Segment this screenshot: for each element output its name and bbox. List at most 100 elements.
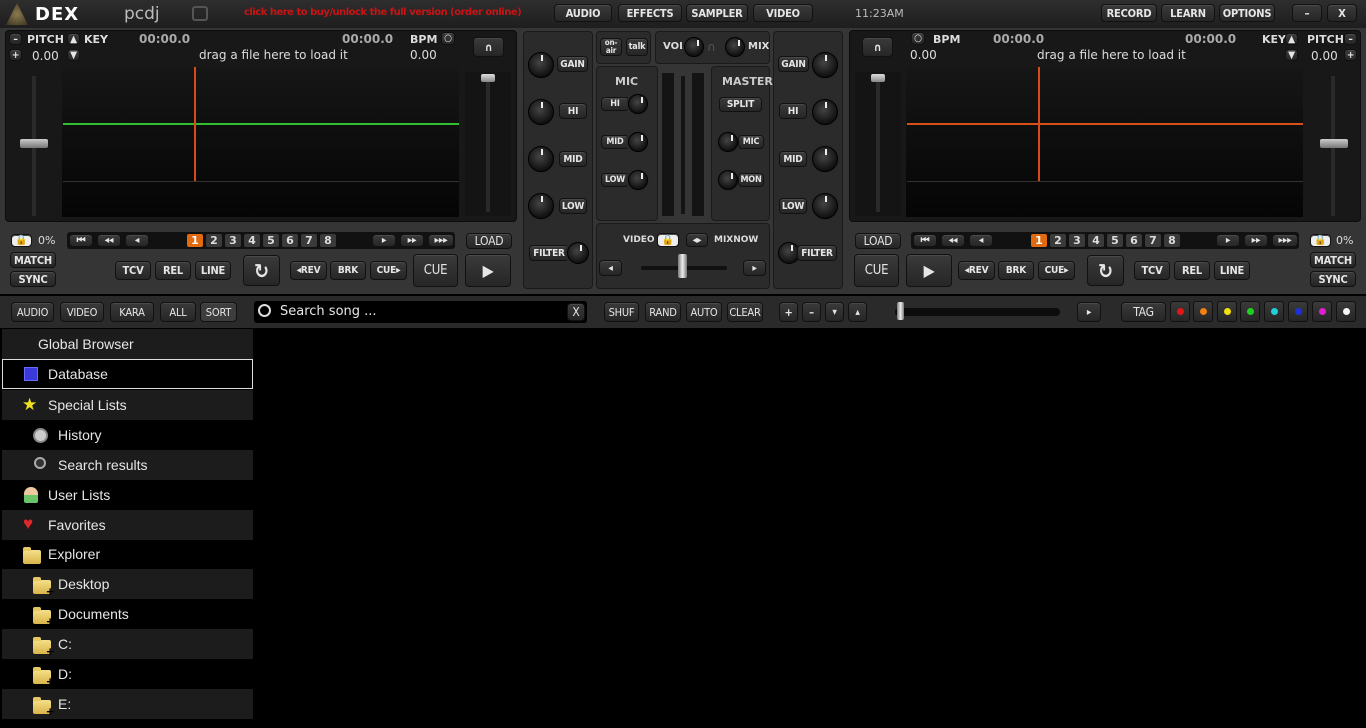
- filter-video-button[interactable]: VIDEO: [60, 302, 104, 322]
- sidebar-item-drive-d[interactable]: D:: [2, 659, 253, 689]
- brake-button-right[interactable]: BRK: [998, 261, 1034, 280]
- headphone-vol-knob[interactable]: [684, 37, 704, 57]
- sidebar-item-global-browser[interactable]: Global Browser: [2, 329, 253, 359]
- volume-fader-handle[interactable]: [481, 74, 495, 82]
- rel-button-right[interactable]: REL: [1174, 261, 1210, 280]
- hotcue-4[interactable]: 4: [244, 234, 260, 247]
- tag-cyan-button[interactable]: [1264, 301, 1284, 322]
- brake-button[interactable]: BRK: [330, 261, 366, 280]
- shuffle-button[interactable]: SHUF: [604, 302, 639, 322]
- remove-button[interactable]: –: [802, 302, 821, 322]
- hotcue-3[interactable]: 3: [225, 234, 241, 247]
- sidebar-item-documents[interactable]: Documents: [2, 599, 253, 629]
- fast-rewind-button-right[interactable]: ◂◂: [941, 234, 965, 247]
- waveform-left[interactable]: [62, 67, 459, 217]
- low-knob-right[interactable]: [812, 193, 838, 219]
- low-button-right[interactable]: LOW: [779, 198, 807, 214]
- loop-button[interactable]: ↻: [243, 255, 280, 286]
- sidebar-item-desktop[interactable]: Desktop: [2, 569, 253, 599]
- headphone-cue-button[interactable]: ∩: [473, 37, 504, 57]
- learn-button[interactable]: LEARN: [1161, 4, 1215, 22]
- hotcue-2[interactable]: 2: [206, 234, 222, 247]
- pitch-plus-button-right[interactable]: +: [1344, 49, 1357, 61]
- pitch-minus-button[interactable]: –: [9, 33, 22, 45]
- mid-button-left[interactable]: MID: [559, 151, 587, 167]
- play-button-right[interactable]: ▶: [906, 254, 952, 287]
- sync-button-right[interactable]: SYNC: [1310, 271, 1356, 287]
- tag-green-button[interactable]: [1240, 301, 1260, 322]
- options-button[interactable]: OPTIONS: [1219, 4, 1275, 22]
- lock-button[interactable]: 🔒: [11, 234, 32, 247]
- pitch-slider-handle[interactable]: [20, 139, 48, 148]
- mic-hi-knob[interactable]: [628, 94, 648, 114]
- step-back-button-right[interactable]: ◂: [969, 234, 993, 247]
- move-down-button[interactable]: ▾: [825, 302, 844, 322]
- hotcue-3-right[interactable]: 3: [1069, 234, 1085, 247]
- hotcue-1[interactable]: 1: [187, 234, 203, 247]
- play-button[interactable]: ▶: [465, 254, 511, 287]
- file-list[interactable]: [254, 329, 1366, 728]
- waveform-right[interactable]: [906, 67, 1303, 217]
- fast-forward-button[interactable]: ▸▸: [400, 234, 424, 247]
- clear-button[interactable]: CLEAR: [727, 302, 763, 322]
- mic-mid-knob[interactable]: [628, 132, 648, 152]
- low-button-left[interactable]: LOW: [559, 198, 587, 214]
- record-button[interactable]: RECORD: [1101, 4, 1157, 22]
- cue-forward-button-right[interactable]: CUE▸: [1038, 261, 1075, 280]
- mixnow-direction-button[interactable]: ◂▸: [686, 233, 708, 247]
- key-up-button[interactable]: ▲: [67, 33, 80, 45]
- master-mon-knob[interactable]: [718, 170, 738, 190]
- hotcue-8[interactable]: 8: [320, 234, 336, 247]
- loop-button-right[interactable]: ↻: [1087, 255, 1124, 286]
- tag-magenta-button[interactable]: [1312, 301, 1332, 322]
- step-forward-button[interactable]: ▸: [372, 234, 396, 247]
- sidebar-item-special-lists[interactable]: ★ Special Lists: [2, 390, 253, 420]
- sync-button[interactable]: SYNC: [10, 271, 56, 287]
- pitch-slider-handle-right[interactable]: [1320, 139, 1348, 148]
- volume-fader-handle-right[interactable]: [871, 74, 885, 82]
- key-down-button-right[interactable]: ▼: [1285, 49, 1298, 61]
- hotcue-4-right[interactable]: 4: [1088, 234, 1104, 247]
- hi-knob-left[interactable]: [528, 99, 554, 125]
- cue-button-right[interactable]: CUE: [854, 254, 899, 287]
- hotcue-7-right[interactable]: 7: [1145, 234, 1161, 247]
- bpm-tap-button[interactable]: ○: [441, 32, 455, 45]
- line-button-right[interactable]: LINE: [1214, 261, 1250, 280]
- search-clear-button[interactable]: X: [567, 303, 585, 321]
- video-lock-button[interactable]: 🔒: [657, 233, 679, 247]
- on-air-button[interactable]: on-air: [600, 38, 622, 56]
- menu-video-button[interactable]: VIDEO: [753, 4, 813, 22]
- tag-yellow-button[interactable]: [1217, 301, 1237, 322]
- tcv-button[interactable]: TCV: [115, 261, 151, 280]
- close-button[interactable]: X: [1327, 4, 1357, 22]
- auto-button[interactable]: AUTO: [686, 302, 722, 322]
- load-button-right[interactable]: LOAD: [855, 233, 901, 249]
- tag-button[interactable]: TAG: [1121, 302, 1166, 322]
- pitch-minus-button-right[interactable]: –: [1344, 33, 1357, 45]
- mid-button-right[interactable]: MID: [779, 151, 807, 167]
- filter-audio-button[interactable]: AUDIO: [11, 302, 54, 322]
- pitch-plus-button[interactable]: +: [9, 49, 22, 61]
- sidebar-item-search-results[interactable]: Search results: [2, 450, 253, 480]
- headphone-mix-knob[interactable]: [725, 37, 745, 57]
- gain-knob-right[interactable]: [812, 52, 838, 78]
- crossfader-handle[interactable]: [678, 254, 687, 278]
- load-button[interactable]: LOAD: [466, 233, 512, 249]
- reverse-button-right[interactable]: ◂REV: [958, 261, 995, 280]
- fast-forward-button-right[interactable]: ▸▸: [1244, 234, 1268, 247]
- mic-low-knob[interactable]: [628, 170, 648, 190]
- tag-orange-button[interactable]: [1193, 301, 1213, 322]
- master-mic-knob[interactable]: [718, 132, 738, 152]
- key-up-button-right[interactable]: ▲: [1285, 33, 1298, 45]
- search-input[interactable]: Search song ...: [280, 304, 560, 319]
- tag-blue-button[interactable]: [1288, 301, 1308, 322]
- hi-button-right[interactable]: HI: [779, 103, 807, 119]
- step-forward-button-right[interactable]: ▸: [1216, 234, 1240, 247]
- lock-button-right[interactable]: 🔒: [1310, 234, 1331, 247]
- jump-start-button-right[interactable]: ⏮: [913, 234, 937, 247]
- hi-knob-right[interactable]: [812, 99, 838, 125]
- add-button[interactable]: +: [779, 302, 798, 322]
- sidebar-item-favorites[interactable]: ♥ Favorites: [2, 510, 253, 540]
- mid-knob-left[interactable]: [528, 146, 554, 172]
- tag-white-button[interactable]: [1336, 301, 1356, 322]
